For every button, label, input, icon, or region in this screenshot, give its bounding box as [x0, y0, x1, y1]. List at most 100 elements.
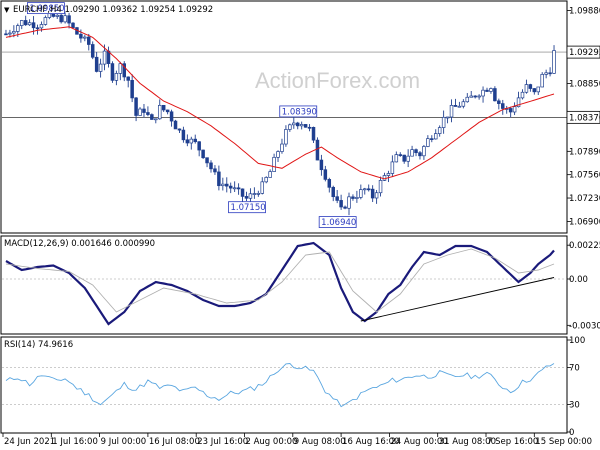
- candle-body: [276, 151, 280, 158]
- candle-body: [351, 196, 355, 199]
- candle-body: [315, 139, 320, 161]
- candle-body: [520, 91, 525, 99]
- candle-body: [228, 185, 233, 189]
- candle-body: [327, 179, 332, 188]
- candle-body: [252, 193, 257, 195]
- candle-body: [63, 15, 67, 23]
- candle-body: [142, 108, 146, 113]
- candle-body: [114, 73, 119, 81]
- candle-body: [402, 154, 406, 162]
- candle-body: [414, 149, 418, 154]
- y-tick-label: 30: [569, 400, 580, 410]
- chart-canvas: ActionForex.com 1.098501.083901.071501.0…: [0, 0, 600, 447]
- candle-body: [35, 27, 40, 30]
- candle-body: [512, 106, 517, 113]
- x-tick-label: 9 Aug 08:00: [294, 437, 346, 447]
- candle-body: [394, 154, 399, 163]
- y-tick-label: 100: [569, 336, 585, 346]
- candle-body: [130, 79, 134, 99]
- candle-body: [221, 183, 225, 187]
- x-tick-label: 15 Sep 00:00: [535, 437, 592, 447]
- candle-body: [426, 138, 430, 147]
- candle-body: [181, 129, 186, 141]
- candle-body: [465, 96, 470, 103]
- rsi-header: RSI(14) 74.9616: [4, 340, 73, 350]
- candle-body: [27, 22, 32, 26]
- candle-body: [548, 72, 552, 75]
- y-tick-label: 1.07560: [569, 171, 600, 181]
- candle-body: [485, 89, 489, 92]
- candle-body: [146, 112, 150, 115]
- annotation-label: 1.06940: [321, 218, 356, 228]
- candle-body: [378, 180, 383, 194]
- y-tick-label: 0.00: [569, 275, 588, 285]
- candle-body: [489, 88, 493, 92]
- y-tick-label: 1.09880: [569, 6, 600, 16]
- candle-body: [524, 84, 529, 93]
- candle-body: [154, 118, 158, 121]
- y-tick-label-boxed: 1.09292: [569, 48, 600, 58]
- candle-body: [457, 105, 462, 108]
- candle-body: [8, 32, 12, 35]
- candle-body: [87, 36, 91, 45]
- candle-body: [55, 14, 59, 17]
- candle-body: [292, 122, 296, 126]
- candle-body: [473, 95, 477, 98]
- candle-body: [193, 138, 197, 143]
- candle-body: [422, 146, 426, 157]
- candle-body: [161, 104, 166, 111]
- candle-body: [173, 120, 178, 130]
- candle-body: [430, 138, 434, 140]
- watermark: ActionForex.com: [255, 68, 420, 93]
- y-tick-label: 0.002254: [569, 241, 600, 251]
- y-tick-label: -0.003088: [569, 321, 600, 331]
- candle-body: [284, 129, 288, 145]
- candle-body: [311, 126, 316, 141]
- candle-body: [382, 175, 387, 181]
- candle-body: [343, 206, 347, 209]
- candle-body: [197, 141, 201, 151]
- candle-body: [335, 196, 339, 201]
- candle-body: [433, 133, 438, 140]
- candle-body: [67, 15, 71, 24]
- x-tick-label: 24 Jun 2021: [4, 437, 55, 447]
- candle-body: [31, 22, 36, 29]
- x-tick-label: 7 Sep 16:00: [487, 437, 538, 447]
- candle-body: [213, 168, 217, 173]
- x-tick-label: 1 Jul 16:00: [52, 437, 98, 447]
- candle-body: [528, 84, 533, 89]
- candle-body: [244, 196, 249, 199]
- candle-body: [126, 76, 130, 81]
- candle-body: [303, 124, 308, 128]
- candle-body: [134, 97, 138, 116]
- candle-body: [110, 63, 115, 81]
- candle-body: [236, 187, 241, 190]
- candle-body: [469, 95, 473, 98]
- candle-body: [406, 155, 410, 162]
- candle-body: [501, 103, 505, 109]
- candle-body: [138, 108, 142, 116]
- x-tick-label: 16 Jul 08:00: [149, 437, 200, 447]
- candle-body: [79, 33, 83, 39]
- candle-body: [339, 200, 343, 208]
- candle-body: [225, 183, 229, 187]
- rsi-panel-frame: [0, 336, 568, 434]
- candle-body: [295, 122, 300, 127]
- candle-body: [169, 111, 174, 122]
- candle-body: [323, 169, 328, 180]
- candle-body: [165, 109, 170, 113]
- candle-body: [461, 101, 466, 107]
- candle-body: [532, 88, 537, 93]
- candle-body: [536, 86, 541, 93]
- candle-body: [288, 124, 292, 130]
- price-panel-caret-icon: ▼: [4, 6, 10, 14]
- candle-body: [248, 193, 253, 199]
- candle-body: [449, 105, 454, 118]
- candle-body: [217, 171, 221, 187]
- x-tick-label: 2 Aug 00:00: [246, 437, 298, 447]
- y-tick-label: 70: [569, 364, 580, 374]
- candle-body: [264, 177, 268, 183]
- candle-body: [398, 154, 403, 156]
- candle-body: [43, 17, 48, 25]
- candle-body: [150, 114, 154, 120]
